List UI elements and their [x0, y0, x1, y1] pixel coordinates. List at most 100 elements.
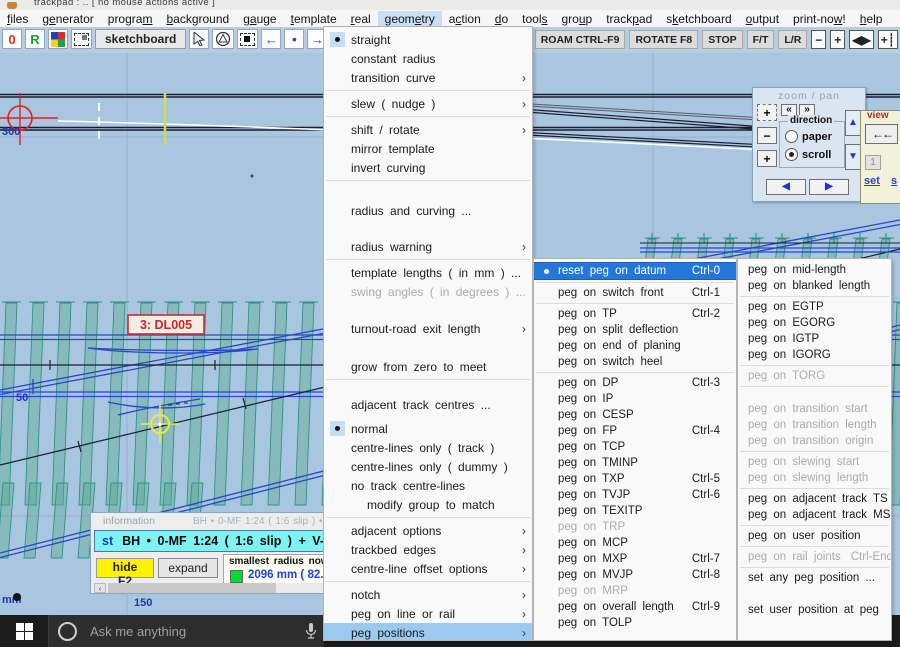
- menu-item-peg-on-mvjp[interactable]: peg on MVJPCtrl-8: [534, 567, 736, 583]
- menu-item-peg-on-end-of-planing[interactable]: peg on end of planing: [534, 338, 736, 354]
- info-scrollbar[interactable]: ‹: [94, 583, 332, 593]
- menubar-item-background[interactable]: background: [159, 11, 236, 27]
- menu-item-invert-curving[interactable]: invert curving: [324, 158, 532, 177]
- centre-button[interactable]: •: [284, 29, 304, 49]
- menubar-item-do[interactable]: do: [488, 11, 515, 27]
- menu-item-peg-on-adjacent-track-ts[interactable]: peg on adjacent track TS: [738, 491, 891, 507]
- menubar-item-output[interactable]: output: [739, 11, 786, 27]
- menu-item-peg-on-user-position[interactable]: peg on user position: [738, 528, 891, 544]
- menu-item-peg-on-split-deflection[interactable]: peg on split deflection: [534, 322, 736, 338]
- toolbar-icon-button-0[interactable]: −: [811, 30, 826, 49]
- menu-item-peg-on-mxp[interactable]: peg on MXPCtrl-7: [534, 551, 736, 567]
- output-area-button[interactable]: [71, 29, 92, 49]
- cortana-search-box[interactable]: Ask me anything: [48, 615, 324, 647]
- zoom-out-button[interactable]: −: [757, 127, 777, 144]
- menu-item-peg-on-tp[interactable]: peg on TPCtrl-2: [534, 306, 736, 322]
- menu-item-peg-on-txp[interactable]: peg on TXPCtrl-5: [534, 471, 736, 487]
- menu-item-peg-on-tvjp[interactable]: peg on TVJPCtrl-6: [534, 487, 736, 503]
- pan-up-button[interactable]: ▲: [845, 110, 861, 136]
- menu-item-turnout-road-exit-length[interactable]: turnout-road exit length›: [324, 319, 532, 338]
- menubar-item-tools[interactable]: tools: [515, 11, 554, 27]
- paper-radio[interactable]: [785, 130, 798, 143]
- hide-button[interactable]: hide F2: [96, 558, 154, 578]
- menu-item-peg-on-fp[interactable]: peg on FPCtrl-4: [534, 423, 736, 439]
- zoom-fit-button[interactable]: +: [757, 104, 777, 121]
- menubar-item-group[interactable]: group: [555, 11, 600, 27]
- menu-item-centre-lines-only-dummy[interactable]: centre-lines only ( dummy ): [324, 457, 532, 476]
- pan-left-button[interactable]: ◀: [766, 179, 806, 195]
- template-name-label[interactable]: 3: DL005: [128, 315, 204, 334]
- menu-item-peg-on-cesp[interactable]: peg on CESP: [534, 407, 736, 423]
- pan-down-button[interactable]: ▼: [845, 144, 861, 170]
- menubar-item-generator[interactable]: generator: [35, 11, 100, 27]
- menu-item-peg-on-texitp[interactable]: peg on TEXITP: [534, 503, 736, 519]
- menu-item-peg-on-dp[interactable]: peg on DPCtrl-3: [534, 375, 736, 391]
- menu-item-normal[interactable]: normal: [324, 419, 532, 438]
- menu-item-peg-on-line-or-rail[interactable]: peg on line or rail›: [324, 604, 532, 623]
- menu-item-centre-lines-only-track[interactable]: centre-lines only ( track ): [324, 438, 532, 457]
- view-set-link[interactable]: set: [864, 175, 880, 187]
- menu-item-peg-on-ip[interactable]: peg on IP: [534, 391, 736, 407]
- toolbar-icon-button-3[interactable]: +┊: [878, 30, 898, 49]
- menubar-item-gauge[interactable]: gauge: [236, 11, 283, 27]
- menubar-item-program[interactable]: program: [101, 11, 160, 27]
- toolbar-button-rotate-f8[interactable]: ROTATE F8: [629, 30, 698, 49]
- menu-item-set-user-position-at-peg[interactable]: set user position at peg: [738, 602, 891, 618]
- menu-item-modify-group-to-match[interactable]: modify group to match: [324, 495, 532, 514]
- menu-item-shift-rotate[interactable]: shift / rotate›: [324, 120, 532, 139]
- menu-item-template-lengths-in-mm[interactable]: template lengths ( in mm ) ...: [324, 263, 532, 282]
- menubar-item-help[interactable]: help: [853, 11, 890, 27]
- pan-mode-button[interactable]: [212, 29, 234, 49]
- scroll-radio[interactable]: [785, 148, 798, 161]
- menu-item-peg-on-mid-length[interactable]: peg on mid-length: [738, 262, 891, 278]
- menu-item-trackbed-edges[interactable]: trackbed edges›: [324, 540, 532, 559]
- menu-item-peg-on-overall-length[interactable]: peg on overall lengthCtrl-9: [534, 599, 736, 615]
- pointer-button[interactable]: [189, 29, 209, 49]
- scrollbar-thumb[interactable]: [108, 583, 276, 593]
- menu-item-radius-and-curving[interactable]: radius and curving ...: [324, 201, 532, 220]
- menu-item-peg-on-blanked-length[interactable]: peg on blanked length: [738, 278, 891, 294]
- menubar-item-geometry[interactable]: geometry: [378, 11, 442, 27]
- menu-item-peg-on-igorg[interactable]: peg on IGORG: [738, 347, 891, 363]
- expand-button[interactable]: expand: [158, 558, 218, 578]
- menubar-item-action[interactable]: action: [442, 11, 488, 27]
- toolbar-icon-button-1[interactable]: +: [830, 30, 845, 49]
- retreat-button[interactable]: ←: [261, 29, 281, 49]
- menu-item-adjacent-options[interactable]: adjacent options›: [324, 521, 532, 540]
- menu-item-constant-radius[interactable]: constant radius: [324, 49, 532, 68]
- paper-option[interactable]: paper: [785, 130, 832, 143]
- toolbar-icon-button-2[interactable]: ◀▶: [849, 30, 873, 49]
- menu-item-straight[interactable]: straight: [324, 30, 532, 49]
- start-button[interactable]: [0, 615, 48, 647]
- menu-item-peg-on-egtp[interactable]: peg on EGTP: [738, 299, 891, 315]
- scroll-left-button[interactable]: ‹: [94, 583, 106, 593]
- menu-item-transition-curve[interactable]: transition curve›: [324, 68, 532, 87]
- menu-item-reset-peg-on-datum[interactable]: reset peg on datumCtrl-0: [534, 262, 736, 280]
- view-s-link[interactable]: s: [891, 175, 897, 187]
- menubar-item-trackpad[interactable]: trackpad: [599, 11, 659, 27]
- menubar-item-sketchboard[interactable]: sketchboard: [659, 11, 738, 27]
- toolbar-button-f-t[interactable]: F/T: [747, 30, 775, 49]
- menubar-item-template[interactable]: template: [284, 11, 344, 27]
- zero-button[interactable]: 0: [2, 29, 22, 49]
- menu-item-notch[interactable]: notch›: [324, 585, 532, 604]
- toolbar-button-l-r[interactable]: L/R: [778, 30, 807, 49]
- menu-item-peg-on-egorg[interactable]: peg on EGORG: [738, 315, 891, 331]
- menu-item-grow-from-zero-to-meet[interactable]: grow from zero to meet: [324, 357, 532, 376]
- menu-item-peg-on-switch-front[interactable]: peg on switch frontCtrl-1: [534, 285, 736, 301]
- menu-item-centre-line-offset-options[interactable]: centre-line offset options›: [324, 559, 532, 578]
- page-origin-button[interactable]: [237, 29, 258, 49]
- menu-item-peg-on-mcp[interactable]: peg on MCP: [534, 535, 736, 551]
- view-rewind-button[interactable]: ←←: [865, 124, 898, 144]
- menu-item-peg-on-switch-heel[interactable]: peg on switch heel: [534, 354, 736, 370]
- menu-item-peg-on-igtp[interactable]: peg on IGTP: [738, 331, 891, 347]
- menu-item-set-any-peg-position[interactable]: set any peg position ...: [738, 570, 891, 586]
- menubar-item-real[interactable]: real: [344, 11, 378, 27]
- toolbar-button-roam-ctrl-f9[interactable]: ROAM CTRL-F9: [535, 30, 626, 49]
- menu-item-peg-on-tminp[interactable]: peg on TMINP: [534, 455, 736, 471]
- menubar-item-files[interactable]: files: [0, 11, 35, 27]
- menu-item-adjacent-track-centres[interactable]: adjacent track centres ...: [324, 395, 532, 414]
- menu-item-peg-on-tcp[interactable]: peg on TCP: [534, 439, 736, 455]
- menu-item-peg-positions[interactable]: peg positions›: [324, 623, 532, 641]
- toolbar-button-stop[interactable]: STOP: [702, 30, 742, 49]
